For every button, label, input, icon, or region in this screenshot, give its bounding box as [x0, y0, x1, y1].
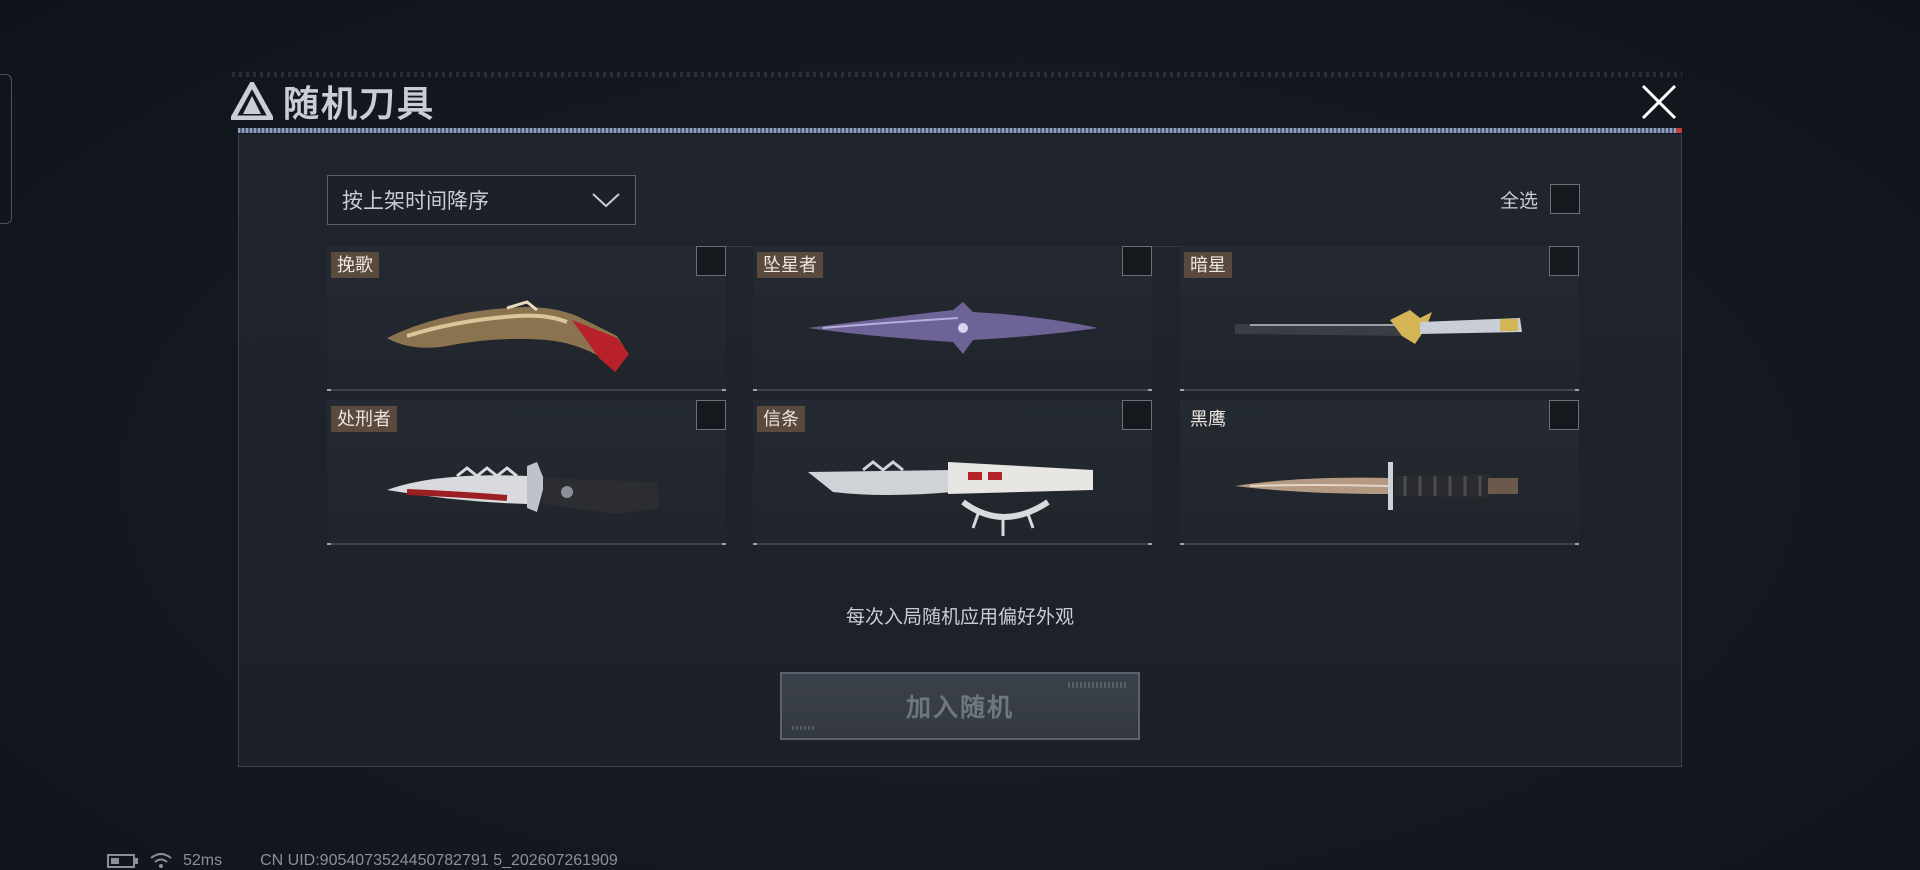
header-divider [238, 128, 1682, 133]
knife-card[interactable]: 坠星者 [753, 246, 1152, 391]
knife-checkbox[interactable] [1549, 246, 1579, 276]
knife-card[interactable]: 黑鹰 [1180, 400, 1579, 545]
divider-accent [1676, 128, 1682, 133]
select-all-checkbox[interactable] [1550, 184, 1581, 214]
knife-checkbox[interactable] [696, 246, 726, 276]
knife-checkbox[interactable] [1122, 246, 1152, 276]
black-hawk-knife-image [1234, 462, 1518, 510]
star-knife-image [807, 302, 1098, 354]
knife-name: 黑鹰 [1190, 409, 1226, 429]
side-tab[interactable] [0, 74, 12, 224]
knife-name: 处刑者 [331, 406, 397, 432]
knife-card[interactable]: 处刑者 [327, 400, 726, 545]
knife-card[interactable]: 暗星 [1180, 246, 1579, 391]
knife-name: 信条 [757, 406, 805, 432]
select-all-label: 全选 [1500, 190, 1539, 212]
sort-dropdown[interactable]: 按上架时间降序 [327, 175, 636, 225]
knife-checkbox[interactable] [1549, 400, 1579, 430]
button-decoration [1068, 682, 1128, 688]
title-bar: 随机刀具 [231, 78, 436, 125]
status-bar: 52ms CN UID:9054073524450782791 5_202607… [107, 852, 618, 870]
chevron-down-icon [592, 193, 620, 208]
battery-icon [107, 854, 138, 868]
card-underline [327, 543, 726, 545]
creed-knife-image [807, 460, 1093, 536]
ping-readout: 52ms [183, 852, 223, 869]
hint-text: 每次入局随机应用偏好外观 [845, 607, 1074, 628]
uid-readout: CN UID:9054073524450782791 5_20260726190… [260, 852, 618, 869]
knife-checkbox[interactable] [1122, 400, 1152, 430]
card-underline [753, 389, 1152, 391]
add-random-button-label: 加入随机 [905, 694, 1014, 722]
knife-name: 暗星 [1184, 252, 1232, 278]
knife-card[interactable]: 挽歌 [327, 246, 726, 391]
add-random-button[interactable]: 加入随机 [780, 672, 1140, 740]
wifi-icon [150, 853, 172, 868]
knife-checkbox[interactable] [696, 400, 726, 430]
triangle-logo-icon [231, 82, 273, 120]
title-decoration [232, 72, 1682, 77]
close-icon[interactable] [1637, 80, 1681, 124]
select-all[interactable]: 全选 [1500, 184, 1581, 214]
knife-card[interactable]: 信条 [753, 400, 1152, 545]
button-decoration [792, 726, 816, 730]
card-underline [1180, 389, 1579, 391]
kukri-knife-image [386, 300, 629, 372]
sort-dropdown-value: 按上架时间降序 [342, 190, 489, 213]
window-title: 随机刀具 [283, 84, 436, 125]
card-underline [327, 389, 726, 391]
knife-name: 坠星者 [757, 252, 823, 278]
card-underline [1180, 543, 1579, 545]
dark-star-knife-image [1234, 310, 1522, 344]
knife-name: 挽歌 [331, 252, 379, 278]
card-underline [753, 543, 1152, 545]
executioner-knife-image [386, 462, 659, 514]
